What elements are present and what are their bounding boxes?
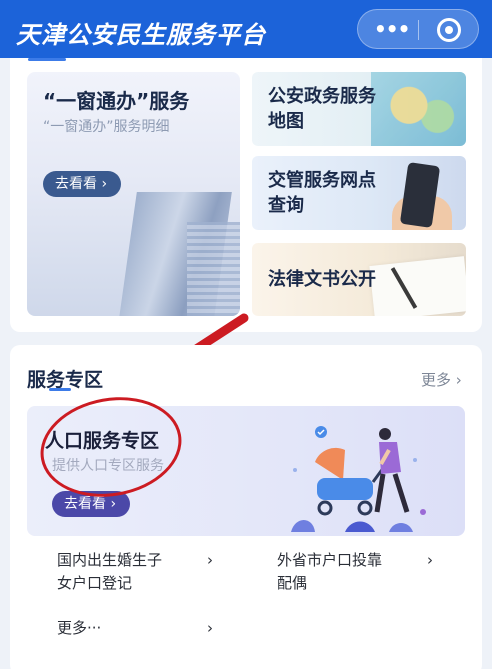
tile-service-map-label: 公安政务服务 地图 [268,86,376,132]
miniprogram-capsule: ••• [357,9,479,49]
section-accent-line [28,58,66,61]
building-image-secondary [187,222,240,316]
chevron-right-icon: › [207,619,213,637]
tile-service-map[interactable]: 公安政务服务 地图 [252,72,466,146]
service-zone-more-link[interactable]: 更多 › [421,369,462,390]
one-window-service-card[interactable]: “一窗通办”服务 “一窗通办”服务明细 去看看 › [27,72,240,316]
stroller-body [317,478,373,500]
link-spouse-migration[interactable]: 外省市户口投靠 配偶 [277,549,382,595]
link-more-services[interactable]: 更多··· [57,617,101,640]
more-options-icon[interactable]: ••• [374,17,410,41]
tile-traffic-outlets[interactable]: 交管服务网点 查询 [252,156,466,230]
one-window-title: “一窗通办”服务 [43,89,190,113]
chevron-right-icon: › [207,551,213,569]
app-title: 天津公安民生服务平台 [16,21,266,49]
one-window-go-button[interactable]: 去看看 › [43,171,121,197]
woman-head [379,428,391,440]
target-icon[interactable] [437,18,461,42]
service-zone-underline [49,388,71,391]
document-image [369,256,466,316]
tile-legal-documents[interactable]: 法律文书公开 [252,243,466,316]
link-birth-registration[interactable]: 国内出生婚生子 女户口登记 [57,549,162,595]
tile-legal-documents-label: 法律文书公开 [268,269,376,290]
mother-stroller-illustration [291,426,426,532]
stroller-hood [315,447,345,480]
capsule-divider [418,20,419,40]
tile-traffic-outlets-label: 交管服务网点 查询 [268,170,376,216]
one-window-subtitle: “一窗通办”服务明细 [43,119,170,135]
chevron-right-icon: › [427,551,433,569]
app-header: 天津公安民生服务平台 ••• [0,0,492,58]
map-image [371,72,466,146]
